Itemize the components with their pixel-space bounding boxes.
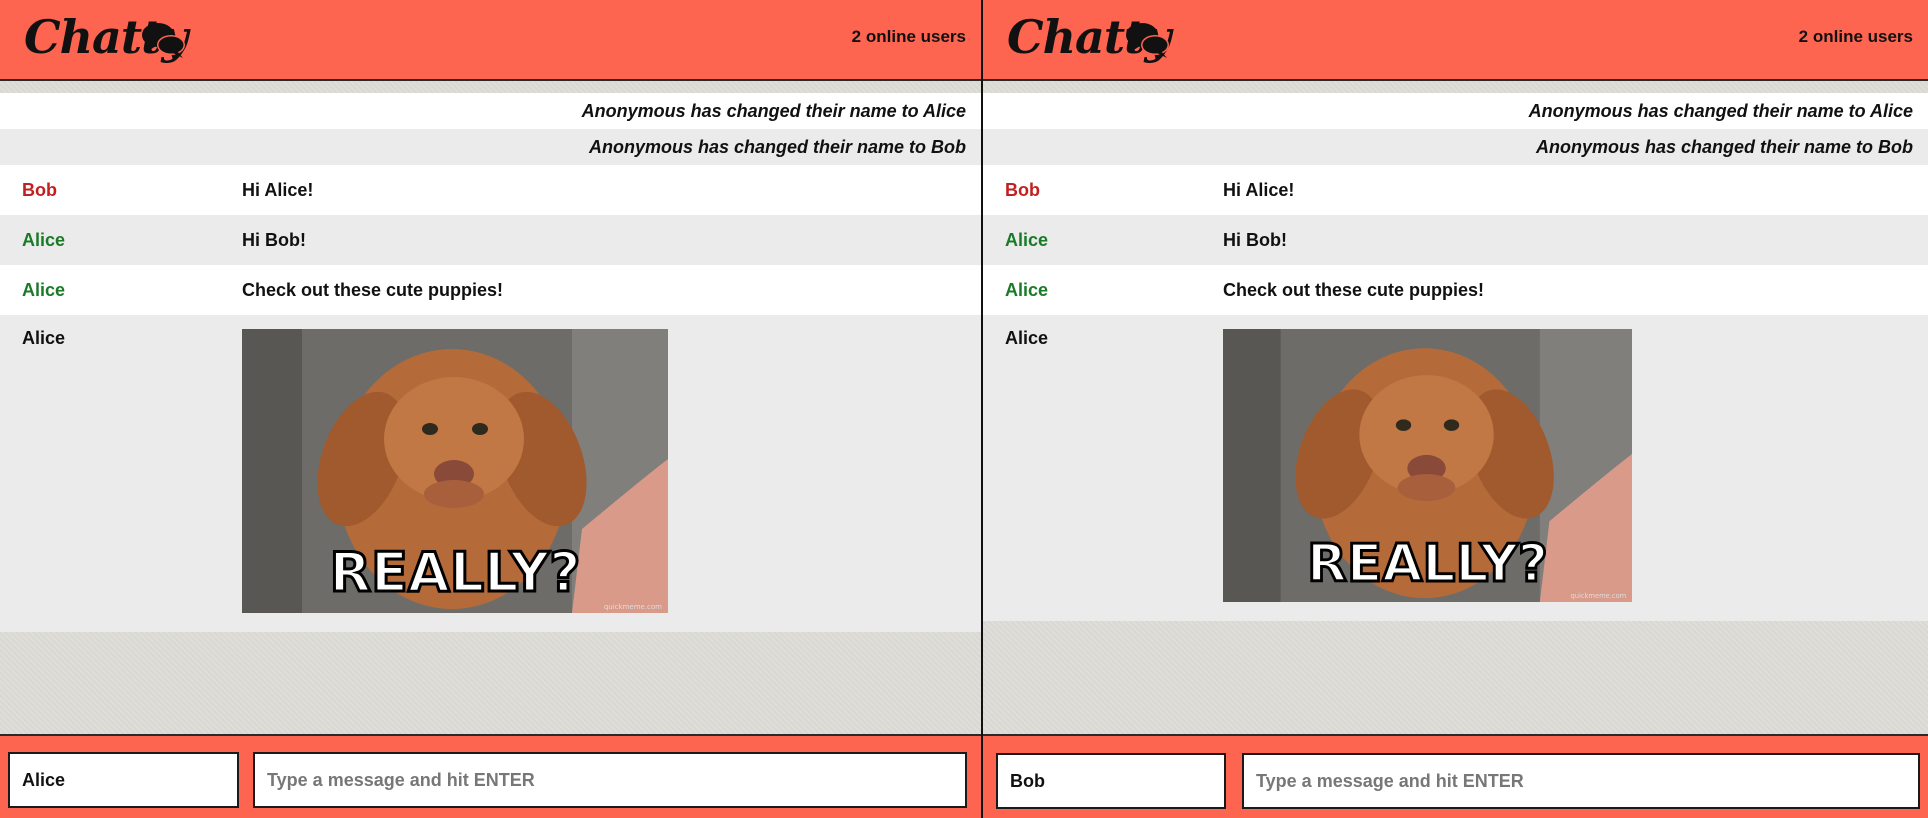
message-username: Alice	[22, 230, 66, 250]
message-input[interactable]	[253, 752, 967, 808]
message-content: Hi Alice!	[1223, 180, 1295, 200]
chat-window-left: Chatty 2 online users Anonymous has chan…	[0, 0, 981, 818]
image-caption: REALLY?	[1307, 534, 1548, 594]
message-content: Hi Bob!	[1223, 230, 1287, 250]
message-username: Alice	[22, 328, 66, 348]
chat-bubbles-icon	[142, 23, 185, 58]
message-username: Alice	[1005, 280, 1049, 300]
username-field[interactable]	[8, 752, 239, 808]
image-message-row: Alice REALLY? quickmeme.com	[0, 315, 981, 632]
message-username: Alice	[22, 280, 66, 300]
navbar: Chatty 2 online users	[0, 0, 981, 81]
message-username: Alice	[1005, 230, 1049, 250]
navbar: Chatty 2 online users	[983, 0, 1928, 81]
system-notification: Anonymous has changed their name to Bob	[0, 129, 981, 165]
online-users-count: 2 online users	[1798, 27, 1913, 46]
message-row: Alice Hi Bob!	[0, 215, 981, 265]
message-username: Bob	[1005, 180, 1040, 200]
image-watermark: quickmeme.com	[1570, 592, 1626, 600]
system-notification: Anonymous has changed their name to Alic…	[0, 93, 981, 129]
image-message-row: Alice REALLY? quickmeme.com	[983, 315, 1928, 621]
system-notification: Anonymous has changed their name to Bob	[983, 129, 1928, 165]
message-list: Anonymous has changed their name to Alic…	[983, 93, 1928, 621]
puppy-image[interactable]: REALLY? quickmeme.com	[1223, 329, 1632, 602]
message-row: Alice Hi Bob!	[983, 215, 1928, 265]
message-row: Alice Check out these cute puppies!	[0, 265, 981, 315]
message-input[interactable]	[1242, 753, 1920, 809]
message-content: Hi Alice!	[242, 180, 314, 200]
image-watermark: quickmeme.com	[604, 603, 662, 611]
chat-footer	[983, 734, 1928, 818]
message-row: Alice Check out these cute puppies!	[983, 265, 1928, 315]
message-row: Bob Hi Alice!	[0, 165, 981, 215]
online-users-count: 2 online users	[851, 27, 966, 46]
message-content: Hi Bob!	[242, 230, 306, 250]
username-field[interactable]	[996, 753, 1226, 809]
message-username: Bob	[22, 180, 57, 200]
message-list: Anonymous has changed their name to Alic…	[0, 93, 981, 632]
image-caption: REALLY?	[329, 541, 580, 604]
chat-window-right: Chatty 2 online users Anonymous has chan…	[983, 0, 1928, 818]
message-username: Alice	[1005, 328, 1049, 348]
message-content: Check out these cute puppies!	[1223, 280, 1485, 300]
message-content: Check out these cute puppies!	[242, 280, 504, 300]
system-notification: Anonymous has changed their name to Alic…	[983, 93, 1928, 129]
chat-bubbles-icon	[1126, 23, 1169, 58]
message-row: Bob Hi Alice!	[983, 165, 1928, 215]
puppy-image[interactable]: REALLY? quickmeme.com	[242, 329, 668, 613]
chat-footer	[0, 734, 981, 818]
